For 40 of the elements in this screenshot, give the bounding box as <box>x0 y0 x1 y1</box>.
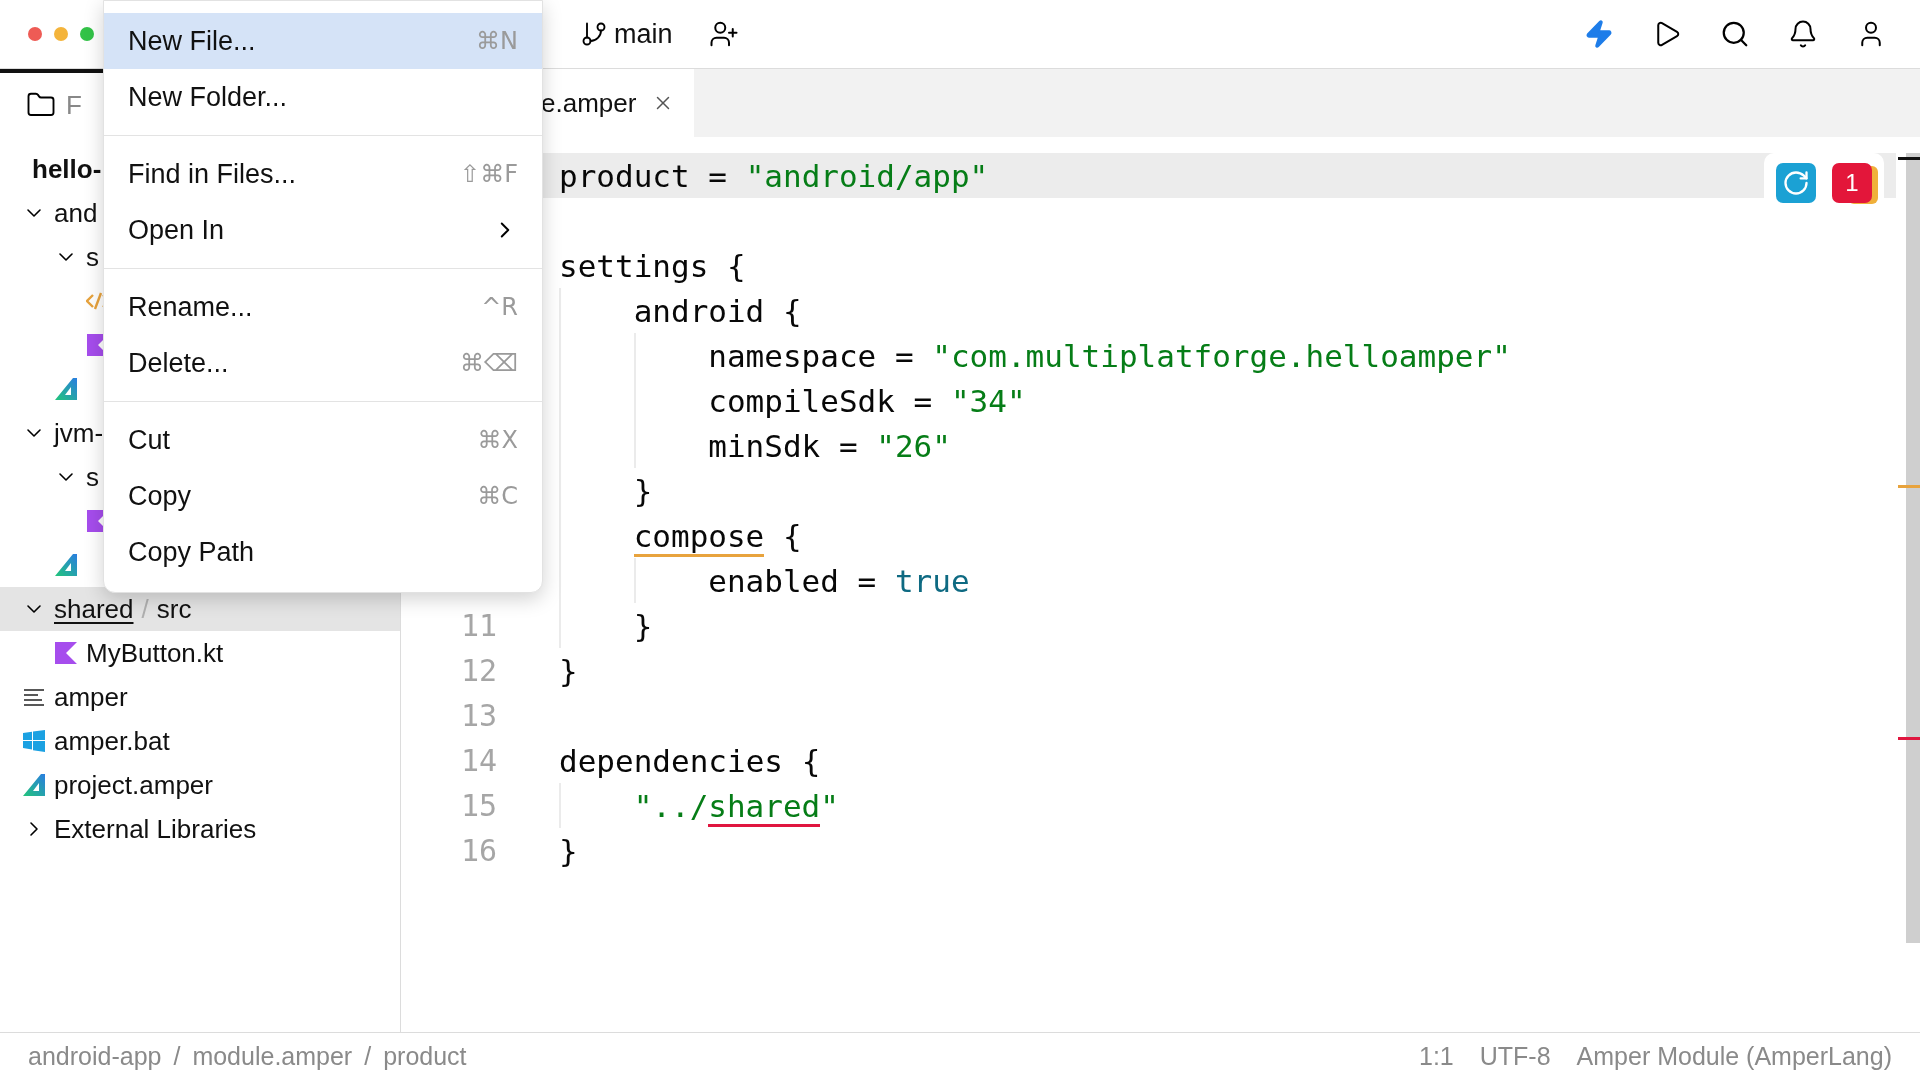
code-line: namespace = "com.multiplatforge.helloamper" <box>708 336 1511 376</box>
tree-label: amper.bat <box>54 724 170 758</box>
line-number: 14 <box>460 742 497 780</box>
line-number: 13 <box>460 697 497 735</box>
line-number: 11 <box>460 607 497 645</box>
code-line: enabled = true <box>708 561 970 601</box>
tree-label: and <box>54 196 98 230</box>
tree-label: amper <box>54 680 128 714</box>
tree-label: External Libraries <box>54 812 257 846</box>
code-line: } <box>559 831 578 871</box>
tree-label: jvm- <box>54 416 104 450</box>
shortcut-label: ⌘N <box>476 26 518 57</box>
tree-path: src <box>156 592 192 626</box>
shortcut-label: ⌘C <box>477 481 518 512</box>
code-line: android { <box>633 291 802 331</box>
line-number: 12 <box>460 652 497 690</box>
code-line: } <box>633 606 653 646</box>
line-number: 15 <box>460 787 497 825</box>
tree-label: s <box>86 240 99 274</box>
tree-label: s <box>86 460 99 494</box>
tree-label: project.amper <box>54 768 213 802</box>
code-line: minSdk = "26" <box>708 426 951 466</box>
tree-label: MyButton.kt <box>86 636 224 670</box>
breadcrumb-separator: / <box>364 1040 372 1072</box>
code-line: dependencies { <box>559 741 821 781</box>
line-number: 16 <box>460 832 497 870</box>
tree-label: shared <box>54 592 134 626</box>
code-line: "../shared" <box>633 785 839 826</box>
shortcut-label: ⌘X <box>477 425 518 456</box>
shortcut-label: ^R <box>481 292 518 323</box>
shortcut-label: ⌘⌫ <box>460 348 518 379</box>
code-line: product = "android/app" <box>559 156 989 196</box>
shortcut-label: ⇧⌘F <box>460 159 518 190</box>
path-separator: / <box>141 592 149 626</box>
code-line: settings { <box>559 246 746 286</box>
code-line: } <box>559 651 578 691</box>
breadcrumb-separator: / <box>173 1040 181 1072</box>
code-line: compose { <box>633 515 802 556</box>
code-line: compileSdk = "34" <box>708 381 1026 421</box>
code-line: } <box>633 471 653 511</box>
